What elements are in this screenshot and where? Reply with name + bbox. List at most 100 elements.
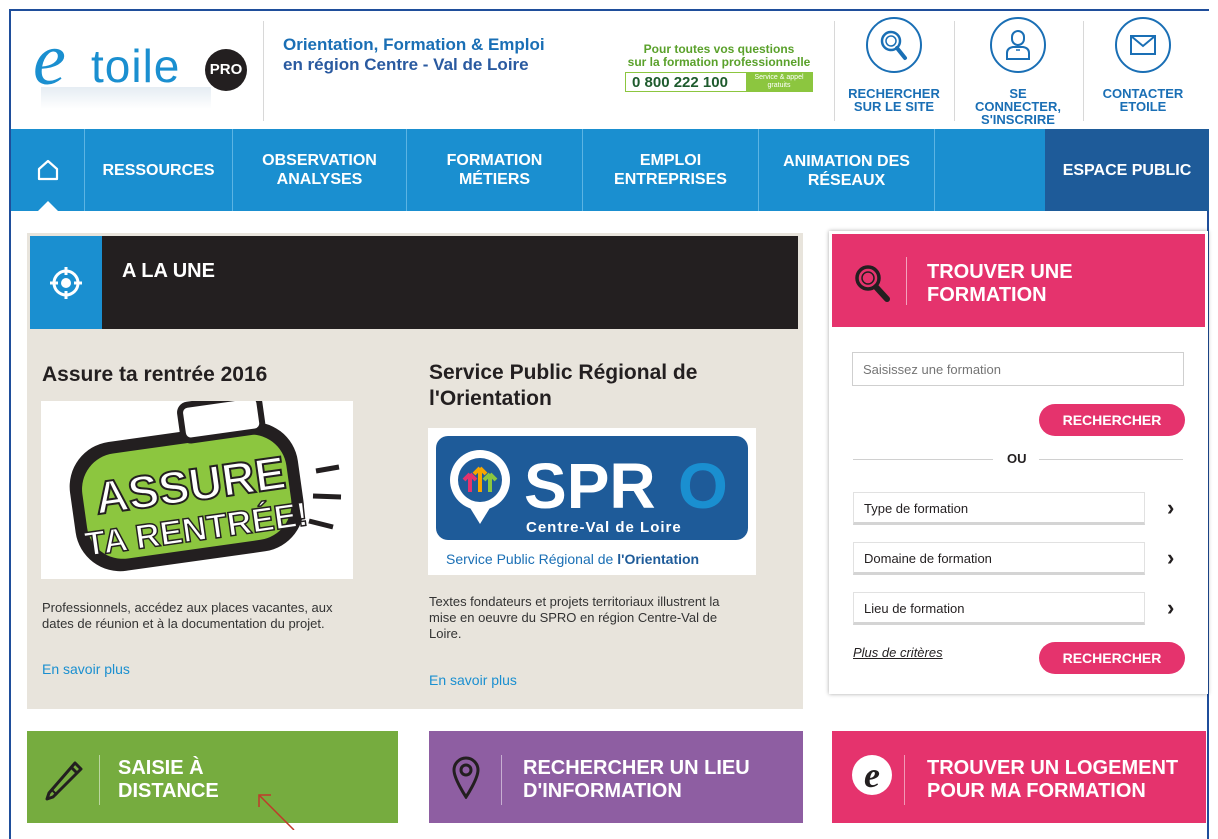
header-divider [954, 21, 955, 121]
article-1-more-link[interactable]: En savoir plus [42, 661, 130, 677]
nav-emploi-label-2: ENTREPRISES [614, 171, 727, 188]
map-pin-icon [452, 756, 480, 799]
article-2-text-2: mise en oeuvre du SPRO en région Centre-… [429, 610, 718, 625]
header-login-label: SE CONNECTER, S'INSCRIRE [968, 87, 1068, 126]
training-location-select[interactable]: Lieu de formation [853, 592, 1145, 625]
home-icon [37, 159, 58, 181]
find-info-place-title-1: RECHERCHER UN LIEU [523, 757, 750, 779]
etoile-pro-logo[interactable]: e toile PRO [27, 19, 259, 119]
article-1-text: Professionnels, accédez aux places vacan… [42, 600, 333, 632]
find-training-title: TROUVER UNE FORMATION [927, 261, 1073, 307]
header-login-label-2: S'INSCRIRE [981, 112, 1055, 127]
chevron-right-icon[interactable]: › [1167, 495, 1174, 521]
remote-entry-title: SAISIE À DISTANCE [118, 757, 219, 803]
find-info-place-tile[interactable]: RECHERCHER UN LIEU D'INFORMATION [429, 731, 803, 823]
site-header: e toile PRO Orientation, Formation & Emp… [11, 11, 1209, 129]
main-nav: RESSOURCES OBSERVATION ANALYSES FORMATION… [11, 129, 1209, 211]
phone-free-badge: Service & appel gratuits [746, 73, 812, 91]
nav-observation-label-1: OBSERVATION [262, 152, 377, 169]
etoile-e-icon: e [852, 755, 892, 795]
nav-animation-label-2: RÉSEAUX [807, 172, 886, 189]
svg-text:Service Public Régional de l'O: Service Public Régional de l'Orientation [446, 551, 699, 567]
nav-observation[interactable]: OBSERVATION ANALYSES [233, 129, 407, 211]
nav-formation[interactable]: FORMATION MÉTIERS [407, 129, 583, 211]
header-divider [263, 21, 264, 121]
find-housing-title-1: TROUVER UN LOGEMENT [927, 757, 1179, 779]
find-info-place-title-2: D'INFORMATION [523, 780, 682, 802]
find-training-header: TROUVER UNE FORMATION [832, 234, 1205, 327]
pencil-icon [45, 761, 83, 801]
header-divider [834, 21, 835, 121]
logo-e: e [33, 19, 66, 101]
remote-entry-tile[interactable]: SAISIE À DISTANCE [27, 731, 398, 823]
or-divider-right [1039, 459, 1183, 460]
phone-question-2: sur la formation professionnelle [627, 55, 811, 69]
article-2-more-link[interactable]: En savoir plus [429, 672, 517, 688]
tagline-line-1: Orientation, Formation & Emploi [283, 35, 545, 54]
header-contact-label-2: ETOILE [1119, 99, 1167, 114]
nav-espace-public[interactable]: ESPACE PUBLIC [1045, 129, 1209, 211]
header-contact-link[interactable]: CONTACTER ETOILE [1093, 17, 1193, 113]
spro-image[interactable]: SPR O Centre-Val de Loire Service Public… [428, 428, 756, 575]
find-training-panel: TROUVER UNE FORMATION RECHERCHER OU Type… [829, 231, 1208, 694]
assure-ta-rentree-image[interactable]: ASSURE TA RENTRÉE! [41, 401, 353, 579]
article-2-title-1: Service Public Régional de [429, 361, 698, 384]
remote-entry-title-1: SAISIE À [118, 757, 204, 779]
nav-formation-label-2: MÉTIERS [458, 171, 531, 188]
phone-number-box[interactable]: 0 800 222 100 Service & appel gratuits [625, 72, 813, 92]
article-2-text-1: Textes fondateurs et projets territoriau… [429, 594, 720, 609]
training-search-input[interactable] [852, 352, 1184, 386]
remote-entry-title-2: DISTANCE [118, 780, 219, 802]
nav-animation[interactable]: ANIMATION DES RÉSEAUX [759, 129, 935, 211]
training-type-select[interactable]: Type de formation [853, 492, 1145, 525]
header-divider [1083, 21, 1084, 121]
find-housing-tile[interactable]: e TROUVER UN LOGEMENT POUR MA FORMATION [832, 731, 1206, 823]
header-search-link[interactable]: RECHERCHER SUR LE SITE [844, 17, 944, 113]
search-button-2[interactable]: RECHERCHER [1039, 642, 1185, 674]
find-training-title-1: TROUVER UNE [927, 261, 1073, 283]
nav-formation-label-1: FORMATION [446, 152, 543, 169]
chevron-right-icon[interactable]: › [1167, 595, 1174, 621]
nav-ressources[interactable]: RESSOURCES [85, 129, 233, 211]
spro-img-region: Centre-Val de Loire [526, 519, 682, 536]
article-2-text: Textes fondateurs et projets territoriau… [429, 594, 719, 642]
tile-separator [501, 755, 502, 805]
nav-espace-public-label: ESPACE PUBLIC [1062, 161, 1192, 179]
mail-icon [1115, 17, 1171, 73]
annotation-arrow [258, 794, 295, 830]
find-training-title-2: FORMATION [927, 284, 1047, 306]
header-separator [906, 257, 907, 305]
training-domain-select[interactable]: Domaine de formation [853, 542, 1145, 575]
a-la-une-title: A LA UNE [122, 260, 215, 282]
article-1-text-2: dates de réunion et à la documentation d… [42, 616, 325, 631]
nav-home[interactable] [11, 129, 85, 211]
article-2-title-2: l'Orientation [429, 387, 552, 410]
find-info-place-title: RECHERCHER UN LIEU D'INFORMATION [523, 757, 750, 803]
nav-emploi-label-1: EMPLOI [639, 152, 702, 169]
header-search-label-2: SUR LE SITE [853, 99, 935, 114]
nav-animation-label-1: ANIMATION DES [783, 153, 910, 170]
user-icon [990, 17, 1046, 73]
article-1-text-1: Professionnels, accédez aux places vacan… [42, 600, 333, 615]
find-housing-title: TROUVER UN LOGEMENT POUR MA FORMATION [927, 757, 1178, 803]
spro-img-big: SPR [524, 450, 656, 522]
chevron-right-icon[interactable]: › [1167, 545, 1174, 571]
article-1-title[interactable]: Assure ta rentrée 2016 [42, 362, 267, 388]
header-search-label: RECHERCHER SUR LE SITE [844, 87, 944, 113]
nav-ressources-label: RESSOURCES [102, 161, 215, 179]
magnifier-icon [855, 265, 890, 302]
target-icon [30, 236, 102, 329]
or-label: OU [1007, 451, 1027, 466]
search-button[interactable]: RECHERCHER [1039, 404, 1185, 436]
header-login-link[interactable]: SE CONNECTER, S'INSCRIRE [968, 17, 1068, 126]
a-la-une-header: A LA UNE [30, 236, 798, 329]
nav-emploi[interactable]: EMPLOI ENTREPRISES [583, 129, 759, 211]
search-icon [866, 17, 922, 73]
find-housing-title-2: POUR MA FORMATION [927, 780, 1146, 802]
phone-number: 0 800 222 100 [632, 73, 728, 91]
tile-separator [904, 755, 905, 805]
more-criteria-link[interactable]: Plus de critères [853, 645, 943, 660]
header-login-label-1: SE CONNECTER, [975, 86, 1061, 114]
or-divider-left [853, 459, 993, 460]
article-2-title[interactable]: Service Public Régional de l'Orientation [429, 360, 697, 412]
